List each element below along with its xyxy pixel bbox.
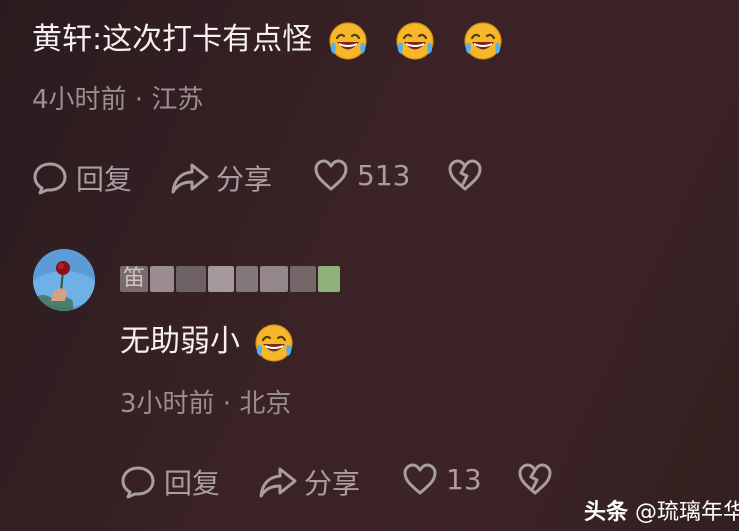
comment-1-text: 黄轩:这次打卡有点怪 [32,22,313,57]
pixelated-block [150,266,174,292]
pixelated-block [290,266,316,292]
like-count: 513 [357,158,411,192]
pixelated-block [236,266,258,292]
heart-icon [403,463,437,495]
comment-2-like-button[interactable]: 13 [402,462,482,496]
reply-label: 回复 [164,467,221,500]
rolling-laughing-emoji-icon [463,21,503,61]
rolling-laughing-emoji-icon [395,21,435,61]
share-arrow-icon [171,163,209,194]
comment-2-share-button[interactable]: 分享 [258,462,360,502]
heart-icon [314,159,348,191]
avatar[interactable] [33,249,95,311]
comment-1-text-row: 黄轩:这次打卡有点怪 [32,20,503,61]
like-count: 13 [446,462,482,496]
comment-1-reply-button[interactable]: 回复 [32,158,132,198]
share-label: 分享 [216,163,273,196]
reply-bubble-icon [121,466,155,499]
author-name-blurred[interactable]: 笛 [120,264,340,294]
comment-2-meta: 3小时前 · 北京 [120,389,292,419]
watermark: 头条 @琉璃年华 [584,494,739,526]
comment-1-like-button[interactable]: 513 [313,158,410,192]
author-name-prefix: 笛 [120,266,148,292]
broken-heart-icon [448,159,482,191]
comment-2-text: 无助弱小 [120,324,240,359]
comment-2-reply-button[interactable]: 回复 [120,462,220,502]
comment-2-dislike-button[interactable] [517,462,553,496]
reply-bubble-icon [33,162,67,195]
broken-heart-icon [518,463,552,495]
comment-2-text-row: 无助弱小 [120,322,294,363]
comment-1-dislike-button[interactable] [447,158,483,192]
rolling-laughing-emoji-icon [254,323,294,363]
rose-photo-icon [33,249,95,311]
pixelated-block [208,266,234,292]
reply-label: 回复 [76,163,133,196]
pixelated-block [260,266,288,292]
comment-1-share-button[interactable]: 分享 [170,158,272,198]
share-arrow-icon [259,467,297,498]
pixelated-block [318,266,340,292]
watermark-handle: @琉璃年华 [635,500,739,525]
watermark-brand: 头条 [584,500,629,525]
pixelated-block [176,266,206,292]
rolling-laughing-emoji-icon [328,21,368,61]
comment-1-meta: 4小时前 · 江苏 [32,85,204,115]
share-label: 分享 [304,467,361,500]
